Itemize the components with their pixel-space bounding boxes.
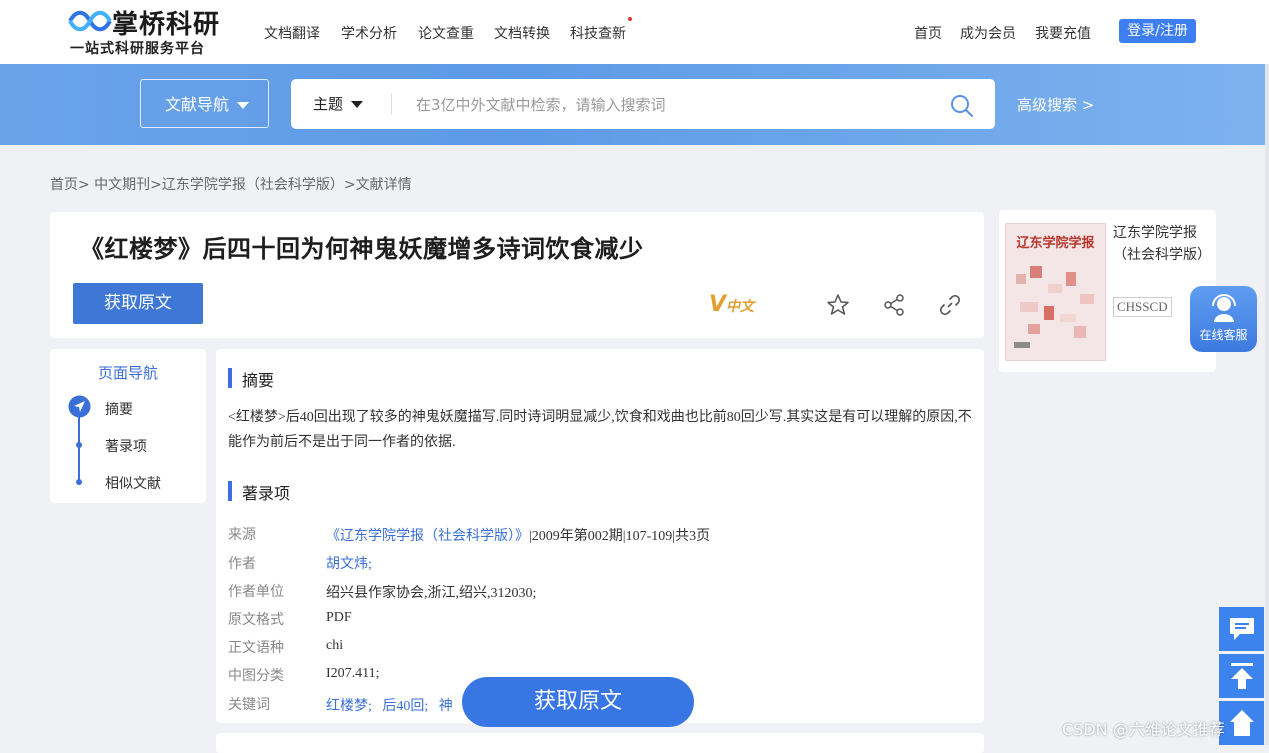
source-label: 来源 <box>228 528 256 543</box>
format-label: 原文格式 <box>228 613 284 628</box>
keywords-label: 关键词 <box>228 698 270 713</box>
page-nav-item-record[interactable]: 著录项 <box>105 436 147 456</box>
keyword-link[interactable]: 神 <box>439 699 453 714</box>
keyword-link[interactable]: 后40回; <box>382 699 428 714</box>
org-label: 作者单位 <box>228 585 284 600</box>
journal-cover-image[interactable]: 辽东学院学报 <box>1005 223 1106 361</box>
chevron-down-icon <box>237 102 250 109</box>
search-input[interactable] <box>414 79 918 131</box>
title-card: 《红楼梦》后四十回为何神鬼妖魔增多诗词饮食减少 获取原文 V中文 <box>50 212 984 338</box>
literature-nav-label: 文献导航 <box>165 95 230 114</box>
main-content: 摘要 <红楼梦>后40回出现了较多的神鬼妖魔描写.同时诗词明显减少,饮食和戏曲也… <box>216 349 984 723</box>
cover-art <box>1014 266 1094 348</box>
page-nav: 页面导航 摘要 著录项 相似文献 <box>50 349 206 503</box>
abstract-heading: 摘要 <box>242 373 275 390</box>
journal-card[interactable]: 辽东学院学报 辽东学院学报（社会科学版） CHSSCD <box>999 210 1216 372</box>
similar-section <box>216 733 984 753</box>
journal-name-link[interactable]: 辽东学院学报（社会科学版） <box>1113 223 1211 267</box>
watermark: CSDN @六维论文推荐 <box>1062 720 1225 739</box>
chevron-down-icon <box>351 101 364 108</box>
logo-subtitle: 一站式科研服务平台 <box>70 41 205 57</box>
arrow-up-icon <box>1231 663 1253 689</box>
search-divider <box>391 93 392 115</box>
keywords: 红楼梦; 后40回; 神 <box>326 695 453 715</box>
search-category-label: 主题 <box>313 95 344 113</box>
author-link[interactable]: 胡文炜; <box>326 553 372 573</box>
search-box: 主题 <box>291 79 995 131</box>
link-icon[interactable] <box>937 292 963 318</box>
online-service-button[interactable]: 在线客服 <box>1190 286 1257 352</box>
source-journal-link[interactable]: 《辽东学院学报（社会科学版）》 <box>326 529 529 544</box>
page-nav-title: 页面导航 <box>97 364 158 382</box>
site-header: 掌桥科研 一站式科研服务平台 文档翻译 学术分析 论文查重 文档转换 科技查新 … <box>0 0 1269 64</box>
breadcrumb[interactable]: 首页> 中文期刊>辽东学院学报（社会科学版）>文献详情 <box>50 174 412 194</box>
page-title: 《红楼梦》后四十回为何神鬼妖魔增多诗词饮食减少 <box>80 237 644 263</box>
nav-plagiarism[interactable]: 论文查重 <box>418 23 474 43</box>
nav-novelty[interactable]: 科技查新 <box>570 23 626 43</box>
clc-label: 中图分类 <box>228 669 284 684</box>
clc-value: I207.411; <box>326 666 380 681</box>
location-arrow-icon <box>68 395 91 418</box>
nav-translate[interactable]: 文档翻译 <box>264 23 320 43</box>
back-to-top-button[interactable] <box>1219 654 1264 698</box>
section-marker <box>228 368 232 388</box>
online-service-label: 在线客服 <box>1199 328 1248 342</box>
language-badge: V中文 <box>709 292 754 317</box>
nav-analysis[interactable]: 学术分析 <box>341 23 397 43</box>
get-fulltext-button[interactable]: 获取原文 <box>73 283 203 324</box>
language-badge-text: 中文 <box>726 299 755 315</box>
source-issue: |2009年第002期|107-109|共3页 <box>529 529 711 544</box>
section-marker <box>228 481 232 501</box>
nav-convert[interactable]: 文档转换 <box>494 23 550 43</box>
index-badge: CHSSCD <box>1113 297 1172 317</box>
home-icon <box>1230 710 1254 736</box>
nav-membership[interactable]: 成为会员 <box>960 23 1016 43</box>
headset-icon <box>1212 294 1236 322</box>
author-label: 作者 <box>228 557 256 572</box>
login-button[interactable]: 登录/注册 <box>1119 19 1196 43</box>
org-value: 绍兴县作家协会,浙江,绍兴,312030; <box>326 586 537 601</box>
search-category-select[interactable]: 主题 <box>313 79 364 129</box>
logo-title[interactable]: 掌桥科研 <box>112 4 220 41</box>
nav-recharge[interactable]: 我要充值 <box>1035 23 1091 43</box>
language-label: 正文语种 <box>228 641 284 656</box>
abstract-text: <红楼梦>后40回出现了较多的神鬼妖魔描写.同时诗词明显减少,饮食和戏曲也比前8… <box>228 410 972 450</box>
scrollbar[interactable] <box>1265 64 1269 745</box>
page-nav-item-abstract[interactable]: 摘要 <box>105 399 133 419</box>
home-button[interactable] <box>1219 701 1264 745</box>
page-nav-item-similar[interactable]: 相似文献 <box>105 473 161 493</box>
format-value: PDF <box>326 610 352 625</box>
record-heading: 著录项 <box>242 486 291 503</box>
nav-home[interactable]: 首页 <box>914 23 942 43</box>
share-icon[interactable] <box>881 292 907 318</box>
keyword-link[interactable]: 红楼梦; <box>326 699 372 714</box>
search-icon[interactable] <box>950 94 974 118</box>
page-nav-dot <box>76 479 82 485</box>
advanced-search-link[interactable]: 高级搜索 > <box>1017 94 1094 115</box>
page-nav-dot <box>76 442 82 448</box>
new-dot <box>628 17 632 21</box>
language-value: chi <box>326 638 344 653</box>
language-badge-v: V <box>709 292 727 317</box>
logo-icon <box>68 10 112 32</box>
feedback-button[interactable] <box>1219 607 1264 651</box>
star-icon[interactable] <box>825 292 851 318</box>
literature-nav-dropdown[interactable]: 文献导航 <box>140 79 269 128</box>
source-value: 《辽东学院学报（社会科学版）》|2009年第002期|107-109|共3页 <box>326 525 710 545</box>
chat-icon <box>1230 618 1254 640</box>
floating-get-fulltext-button[interactable]: 获取原文 <box>462 677 694 727</box>
cover-title: 辽东学院学报 <box>1016 235 1095 250</box>
